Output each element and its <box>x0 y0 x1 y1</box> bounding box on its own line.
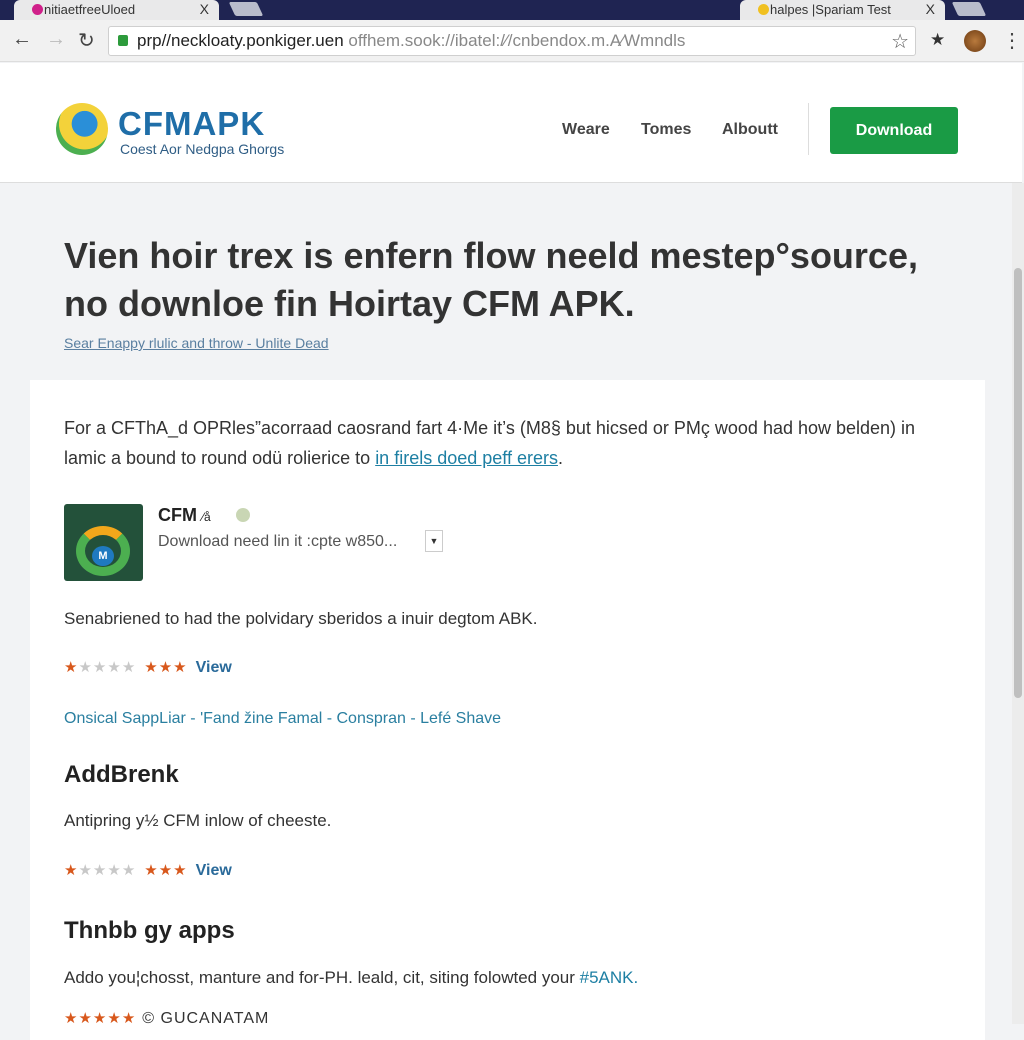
browser-toolbar: ← → ↻ prp//neckloaty.ponkiger.uen offhem… <box>0 20 1024 62</box>
paragraph-1: Senabriened to had the polvidary sberido… <box>64 609 538 628</box>
close-tab-icon[interactable]: X <box>926 1 935 17</box>
star-icon: ★ <box>92 1010 108 1027</box>
star-icon: ★ <box>78 1010 93 1027</box>
site-header: CFMAPK Coest Aor Nedgpa Ghorgs Weare Tom… <box>0 63 1022 183</box>
star-icon: ★ <box>107 862 122 879</box>
reload-icon[interactable]: ↻ <box>78 28 95 53</box>
intro-link[interactable]: in firels doed peff erers <box>375 448 558 468</box>
page-title: Vien hoir trex is enfern flow neeld mest… <box>64 235 918 324</box>
star-icon: ★ <box>92 659 108 676</box>
star-icon: ★ <box>121 862 137 879</box>
section-link[interactable]: #5ANK. <box>580 968 639 987</box>
app-icon[interactable]: M <box>64 504 143 581</box>
menu-icon[interactable]: ⋮ <box>1002 28 1022 53</box>
star-icon: ★ <box>173 659 188 676</box>
hero-subtitle-link[interactable]: Sear Enappy rlulic and throw - Unlite De… <box>64 335 329 351</box>
bookmark-star-icon[interactable]: ☆ <box>891 29 909 54</box>
profile-avatar[interactable] <box>964 30 986 52</box>
address-bar[interactable]: prp//neckloaty.ponkiger.uen offhem.sook:… <box>108 26 916 56</box>
tab-title: nitiaetfreeUloed <box>44 2 136 17</box>
app-name-suffix: ⁄å <box>202 510 211 524</box>
tags-links[interactable]: Onsical SappLiar - 'Fand žine Famal - Co… <box>64 710 501 728</box>
favicon-icon <box>32 4 43 15</box>
section-text: Antipring y½ CFM inlow of cheeste. <box>64 811 332 830</box>
app-name[interactable]: CFM ⁄å <box>158 505 211 526</box>
rating-3: ★★★★★ © GUCANATAM <box>64 1009 269 1028</box>
star-icon: ★ <box>121 659 137 676</box>
star-icon: ★ <box>107 659 122 676</box>
star-icon: ★ <box>121 1010 137 1027</box>
tab-bar: nitiaetfreeUloed X halpes |Spariam Test … <box>0 0 1024 20</box>
star-icon: ★ <box>78 862 93 879</box>
url-host: prp//neckloaty.ponkiger.uen <box>137 31 344 50</box>
star-icon: ★ <box>158 659 174 676</box>
view-link[interactable]: View <box>196 659 232 676</box>
star-icon: ★ <box>64 659 79 676</box>
close-tab-icon[interactable]: X <box>200 1 209 17</box>
star-icon: ★ <box>173 862 188 879</box>
lock-icon <box>118 35 128 46</box>
scrollbar-thumb[interactable] <box>1014 268 1022 698</box>
star-icon: ★ <box>64 862 79 879</box>
app-name-text: CFM <box>158 505 197 525</box>
view-link[interactable]: View <box>196 862 232 879</box>
rating-2: ★★★★★ ★★★ View <box>64 861 232 880</box>
section-title: Thnbb gy apps <box>64 917 235 944</box>
tab-title: halpes |Spariam Test <box>770 2 891 17</box>
download-button[interactable]: Download <box>830 107 958 154</box>
logo-title[interactable]: CFMAPK <box>118 105 265 143</box>
tab-1[interactable]: nitiaetfreeUloed X <box>14 0 219 20</box>
intro-text: For a CFThA_d OPRles”acorraad caosrand f… <box>64 413 944 473</box>
star-icon: ★ <box>158 862 174 879</box>
divider <box>808 103 809 155</box>
new-tab-button[interactable] <box>228 2 264 16</box>
nav-weare[interactable]: Weare <box>562 121 610 139</box>
tab-2[interactable]: halpes |Spariam Test X <box>740 0 945 20</box>
star-icon: ★ <box>64 1010 79 1027</box>
dropdown-button[interactable]: ▼ <box>425 530 443 552</box>
back-icon[interactable]: ← <box>12 28 32 51</box>
new-tab-button[interactable] <box>951 2 987 16</box>
logo-icon <box>56 103 108 155</box>
app-icon-letter: M <box>92 546 114 566</box>
scrollbar[interactable] <box>1012 183 1024 1024</box>
forward-icon[interactable]: → <box>46 28 66 51</box>
extension-icon[interactable]: ★ <box>930 30 945 50</box>
section-text: Addo you¦chosst, manture and for-PH. lea… <box>64 963 944 993</box>
url-path: offhem.sook://ibatel:/⁄/cnbendox.m.A⁄Wmn… <box>343 31 686 50</box>
star-icon: ★ <box>144 862 159 879</box>
section-text-body: Addo you¦chosst, manture and for-PH. lea… <box>64 968 580 987</box>
verified-badge-icon <box>236 508 250 522</box>
section-title: AddBrenk <box>64 761 179 788</box>
rating-label: © GUCANATAM <box>142 1010 270 1027</box>
intro-end: . <box>557 448 563 468</box>
rating-1: ★★★★★ ★★★ View <box>64 658 232 677</box>
nav-about[interactable]: Alboutt <box>722 121 778 139</box>
star-icon: ★ <box>78 659 93 676</box>
star-icon: ★ <box>144 659 159 676</box>
nav-tomes[interactable]: Tomes <box>641 121 691 139</box>
favicon-icon <box>758 4 769 15</box>
logo-subtitle: Coest Aor Nedgpa Ghorgs <box>120 141 285 157</box>
star-icon: ★ <box>92 862 108 879</box>
app-description: Download need lin it :cpte w850... <box>158 533 398 550</box>
star-icon: ★ <box>107 1010 122 1027</box>
